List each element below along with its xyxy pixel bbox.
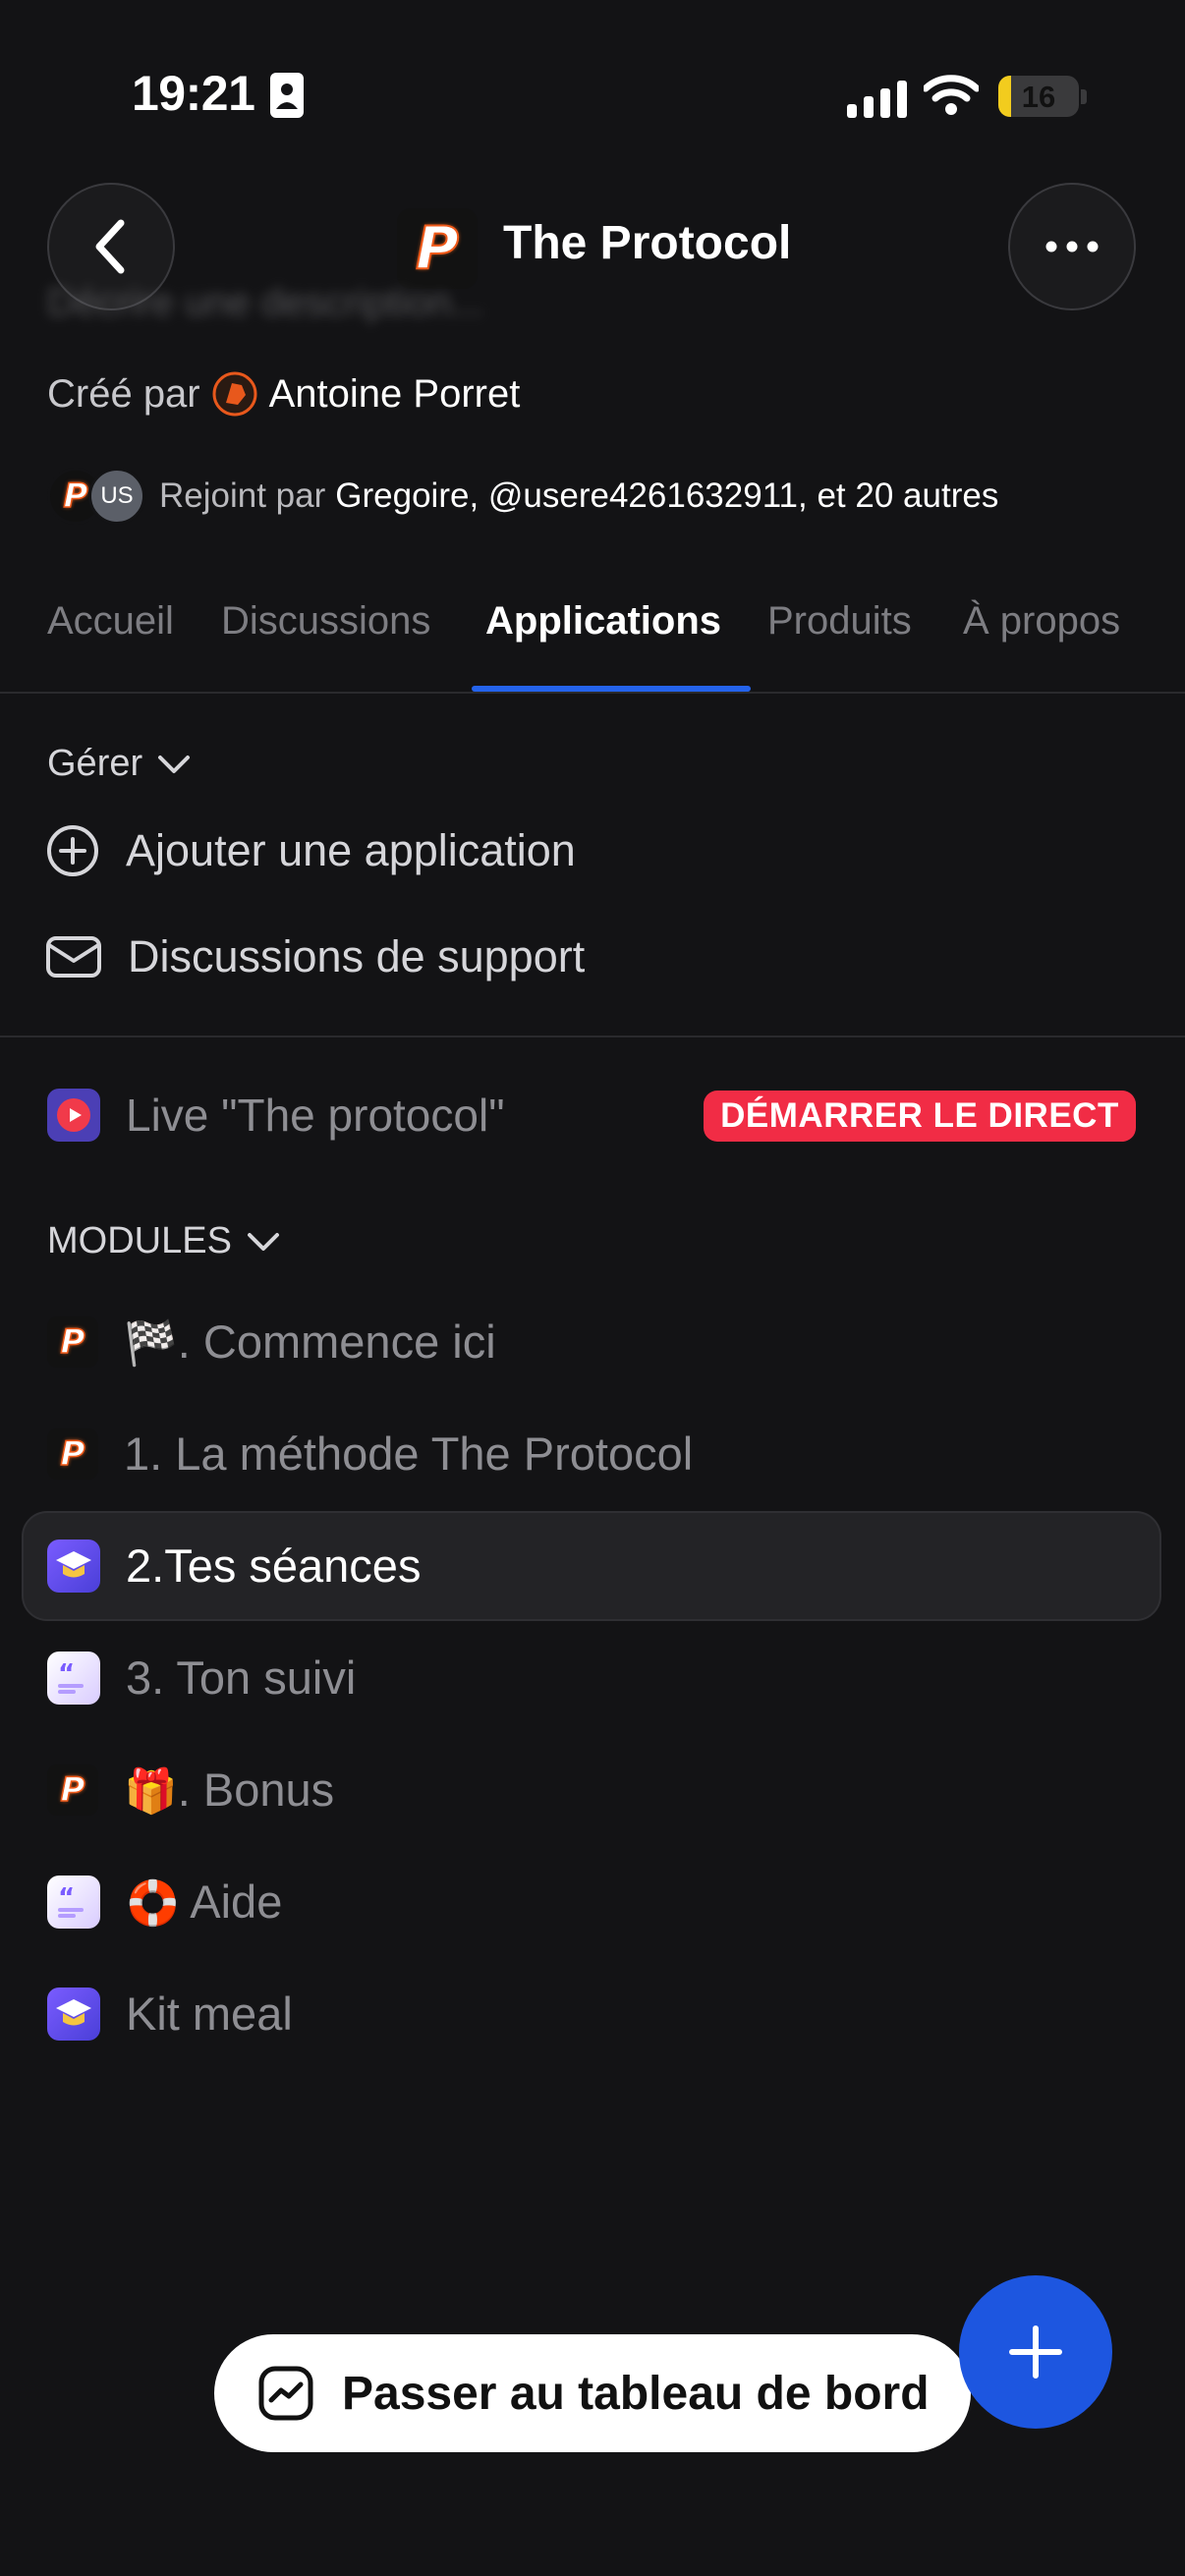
modules-label: MODULES (47, 1220, 232, 1261)
quote-app-icon: “ (47, 1875, 100, 1929)
gift-icon: 🎁 (124, 1766, 178, 1817)
ellipsis-icon (1045, 241, 1099, 252)
manage-label: Gérer (47, 743, 143, 784)
add-fab-button[interactable] (959, 2275, 1112, 2429)
live-item[interactable]: Live "The protocol" (47, 1089, 505, 1142)
cellular-signal-icon (847, 81, 907, 118)
modules-dropdown[interactable]: MODULES (47, 1220, 281, 1262)
status-time: 19:21 (132, 66, 255, 121)
creator-line: Créé par Antoine Porret (47, 371, 520, 417)
plus-icon (1009, 2325, 1062, 2379)
tab-produits[interactable]: Produits (767, 599, 912, 644)
creator-prefix: Créé par (47, 371, 200, 416)
lifebuoy-icon: 🛟 (126, 1878, 180, 1929)
support-discussions-button[interactable]: Discussions de support (45, 931, 585, 982)
course-cap-icon (47, 1539, 100, 1593)
tab-discussions[interactable]: Discussions (221, 599, 430, 644)
manage-dropdown[interactable]: Gérer (47, 743, 192, 785)
module-label: 2.Tes séances (126, 1540, 422, 1592)
start-live-button[interactable]: DÉMARRER LE DIRECT (704, 1091, 1136, 1142)
id-card-icon (270, 73, 304, 118)
switch-to-dashboard-button[interactable]: Passer au tableau de bord (214, 2334, 971, 2452)
members-names: Gregoire, @usere4261632911, et 20 autres (335, 476, 999, 515)
creator-avatar-icon (212, 371, 257, 417)
protocol-logo-icon: P (47, 1764, 98, 1816)
wifi-icon (924, 75, 979, 115)
section-divider (0, 1036, 1185, 1037)
dashboard-chart-icon (258, 2366, 313, 2421)
tab-bar: Accueil Discussions Applications Produit… (0, 599, 1185, 694)
course-cap-icon (47, 1987, 100, 2041)
add-application-button[interactable]: Ajouter une application (45, 823, 576, 878)
battery-indicator: 16 (998, 76, 1079, 117)
chevron-down-icon (158, 755, 191, 773)
protocol-logo-icon: P (47, 1428, 98, 1480)
member-avatar: US (88, 468, 145, 525)
chevron-down-icon (247, 1232, 279, 1251)
module-label: Aide (179, 1876, 283, 1928)
module-item-tes-seances[interactable]: 2.Tes séances (47, 1539, 421, 1593)
plus-circle-icon (47, 825, 98, 876)
live-label: Live "The protocol" (126, 1090, 505, 1141)
module-label: 3. Ton suivi (126, 1652, 357, 1704)
quote-app-icon: “ (47, 1651, 100, 1705)
module-label: Kit meal (126, 1988, 293, 2040)
module-label: . Commence ici (177, 1316, 496, 1368)
tab-applications[interactable]: Applications (485, 599, 721, 644)
protocol-logo-icon: P (47, 1316, 98, 1368)
module-item-commence-ici[interactable]: P 🏁. Commence ici (47, 1315, 496, 1369)
chevron-left-icon (95, 219, 125, 274)
live-app-icon (47, 1089, 100, 1142)
checkered-flag-icon: 🏁 (124, 1318, 178, 1369)
add-application-label: Ajouter une application (126, 825, 576, 875)
module-item-kit-meal[interactable]: Kit meal (47, 1987, 293, 2041)
module-label: . Bonus (177, 1764, 335, 1816)
more-options-button[interactable] (1008, 183, 1136, 310)
envelope-icon (46, 936, 101, 978)
tab-accueil[interactable]: Accueil (47, 599, 174, 644)
play-record-icon (57, 1098, 90, 1132)
battery-nub (1081, 89, 1087, 104)
module-item-aide[interactable]: “ 🛟 Aide (47, 1875, 282, 1929)
page-title: The Protocol (503, 217, 792, 269)
tab-a-propos[interactable]: À propos (963, 599, 1120, 644)
module-item-la-methode[interactable]: P 1. La méthode The Protocol (47, 1427, 693, 1481)
creator-name[interactable]: Antoine Porret (269, 372, 521, 417)
active-tab-indicator (472, 686, 751, 692)
description-text: Décrire une description... (47, 281, 484, 324)
support-discussions-label: Discussions de support (128, 931, 586, 981)
members-line[interactable]: P US Rejoint par Gregoire, @usere4261632… (47, 468, 998, 525)
dashboard-label: Passer au tableau de bord (342, 2367, 930, 2420)
battery-level: 16 (1021, 80, 1056, 114)
module-item-ton-suivi[interactable]: “ 3. Ton suivi (47, 1651, 356, 1705)
module-item-bonus[interactable]: P 🎁. Bonus (47, 1763, 334, 1817)
members-prefix: Rejoint par (159, 476, 326, 515)
module-label: 1. La méthode The Protocol (124, 1428, 694, 1480)
community-logo: P (397, 208, 478, 289)
